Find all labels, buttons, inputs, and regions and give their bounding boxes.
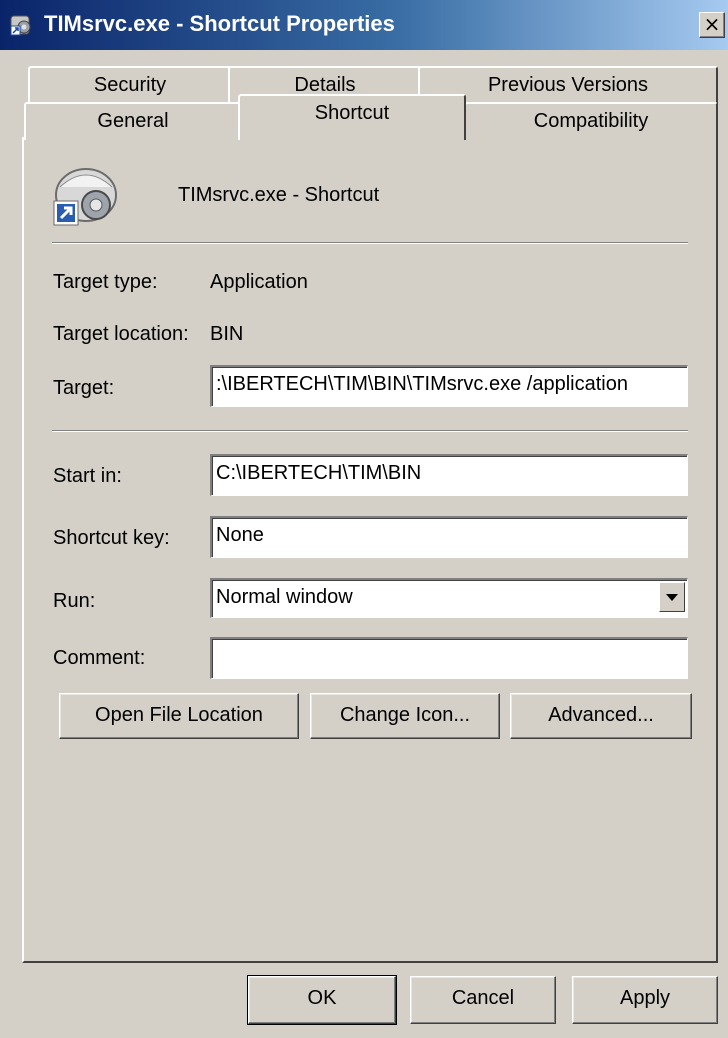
cancel-button[interactable]: Cancel bbox=[410, 976, 556, 1024]
shortcut-key-field[interactable]: None bbox=[210, 516, 688, 558]
open-file-location-button[interactable]: Open File Location bbox=[59, 693, 299, 739]
tab-security-label: Security bbox=[93, 74, 167, 96]
title-bar[interactable]: TIMsrvc.exe - Shortcut Properties × bbox=[0, 0, 728, 50]
ok-label: OK bbox=[307, 987, 337, 1009]
chevron-down-icon bbox=[666, 594, 678, 601]
change-icon-button[interactable]: Change Icon... bbox=[310, 693, 500, 739]
ok-button[interactable]: OK bbox=[247, 975, 397, 1025]
advanced-button[interactable]: Advanced... bbox=[510, 693, 692, 739]
comment-label: Comment: bbox=[53, 647, 146, 669]
target-type-value: Application bbox=[210, 271, 308, 293]
shortcut-key-label: Shortcut key: bbox=[53, 527, 170, 549]
run-label: Run: bbox=[53, 590, 96, 612]
shortcut-gear-icon bbox=[10, 15, 31, 36]
tab-compatibility[interactable]: Compatibility bbox=[464, 102, 718, 140]
active-tab-joiner bbox=[240, 137, 462, 140]
properties-window: TIMsrvc.exe - Shortcut Properties × Secu… bbox=[0, 0, 728, 1038]
target-location-label: Target location: bbox=[53, 323, 189, 345]
tab-general-label: General bbox=[97, 110, 169, 132]
separator bbox=[52, 242, 688, 244]
open-file-location-label: Open File Location bbox=[95, 704, 263, 726]
shortcut-name: TIMsrvc.exe - Shortcut bbox=[178, 184, 380, 206]
window-title: TIMsrvc.exe - Shortcut Properties bbox=[44, 11, 395, 36]
tab-shortcut-label: Shortcut bbox=[314, 102, 390, 124]
run-selected-value: Normal window bbox=[216, 586, 353, 608]
target-type-label: Target type: bbox=[53, 271, 158, 293]
tab-previous-versions-label: Previous Versions bbox=[487, 74, 649, 96]
advanced-label: Advanced... bbox=[548, 704, 654, 726]
separator bbox=[52, 430, 688, 432]
application-gear-shortcut-icon bbox=[53, 168, 117, 226]
target-field[interactable]: :\IBERTECH\TIM\BIN\TIMsrvc.exe /applicat… bbox=[210, 365, 688, 407]
tab-shortcut[interactable]: Shortcut bbox=[238, 94, 466, 140]
apply-label: Apply bbox=[619, 987, 671, 1009]
run-select[interactable]: Normal window bbox=[210, 578, 688, 618]
apply-button[interactable]: Apply bbox=[572, 976, 718, 1024]
tab-general[interactable]: General bbox=[24, 102, 242, 140]
tab-security[interactable]: Security bbox=[28, 66, 232, 106]
change-icon-label: Change Icon... bbox=[339, 704, 471, 726]
close-button[interactable]: × bbox=[699, 12, 725, 38]
comment-field[interactable] bbox=[210, 637, 688, 679]
tab-details-label: Details bbox=[294, 74, 356, 96]
start-in-label: Start in: bbox=[53, 465, 122, 487]
tab-compatibility-label: Compatibility bbox=[533, 110, 649, 132]
dropdown-arrow-button[interactable] bbox=[659, 582, 685, 612]
target-label: Target: bbox=[53, 377, 115, 399]
cancel-label: Cancel bbox=[451, 987, 515, 1009]
start-in-field[interactable]: C:\IBERTECH\TIM\BIN bbox=[210, 454, 688, 496]
target-location-value: BIN bbox=[210, 323, 244, 345]
